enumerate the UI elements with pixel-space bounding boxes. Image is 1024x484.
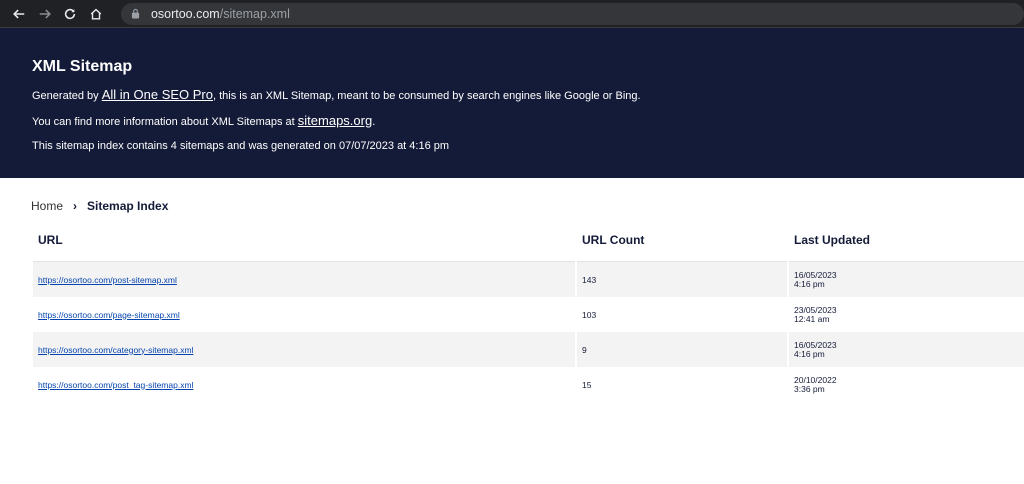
table-row: https://osortoo.com/page-sitemap.xml 103… — [33, 297, 1024, 332]
date-cell: 16/05/2023 4:16 pm — [789, 332, 1024, 367]
url-host: osortoo.com — [150, 6, 220, 21]
more-info-text: You can find more information about XML … — [32, 113, 376, 128]
sitemaps-org-link[interactable]: sitemaps.org — [298, 113, 372, 128]
aioseo-link[interactable]: All in One SEO Pro — [102, 87, 213, 102]
home-icon[interactable] — [83, 1, 109, 27]
sitemap-table: URL URL Count Last Updated https://osort… — [31, 218, 1024, 402]
table-row: https://osortoo.com/post-sitemap.xml 143… — [33, 262, 1024, 297]
breadcrumb-home[interactable]: Home — [31, 199, 63, 213]
forward-arrow-icon[interactable] — [32, 1, 58, 27]
breadcrumb-separator: › — [73, 199, 78, 213]
reload-icon[interactable] — [57, 1, 83, 27]
browser-toolbar: osortoo.com/sitemap.xml — [0, 0, 1024, 28]
back-arrow-icon[interactable] — [6, 1, 32, 27]
sitemap-link[interactable]: https://osortoo.com/post-sitemap.xml — [38, 275, 177, 285]
sitemap-header: XML Sitemap Generated by All in One SEO … — [0, 28, 1024, 178]
column-header-last-updated: Last Updated — [789, 218, 1024, 262]
column-header-url-count: URL Count — [577, 218, 787, 262]
table-row: https://osortoo.com/category-sitemap.xml… — [33, 332, 1024, 367]
url-cell: https://osortoo.com/post_tag-sitemap.xml — [33, 367, 575, 402]
url-path: /sitemap.xml — [219, 6, 290, 21]
breadcrumb-current: Sitemap Index — [87, 199, 169, 213]
count-cell: 15 — [582, 379, 592, 390]
count-cell: 103 — [582, 309, 597, 320]
sitemap-link[interactable]: https://osortoo.com/category-sitemap.xml — [38, 345, 193, 355]
generated-by-text: Generated by All in One SEO Pro, this is… — [32, 87, 641, 102]
count-cell: 143 — [577, 262, 787, 297]
date-cell: 23/05/2023 12:41 am — [794, 304, 837, 324]
page-title: XML Sitemap — [32, 58, 133, 75]
date-cell: 16/05/2023 4:16 pm — [789, 262, 1024, 297]
index-summary-text: This sitemap index contains 4 sitemaps a… — [32, 140, 450, 152]
url-cell: https://osortoo.com/page-sitemap.xml — [33, 297, 575, 332]
count-cell: 9 — [577, 332, 787, 367]
table-row: https://osortoo.com/post_tag-sitemap.xml… — [33, 367, 1024, 402]
url-cell: https://osortoo.com/category-sitemap.xml — [33, 332, 575, 367]
sitemap-link[interactable]: https://osortoo.com/page-sitemap.xml — [38, 310, 180, 320]
breadcrumb: Home › Sitemap Index — [0, 178, 1024, 218]
date-cell: 20/10/2022 3:36 pm — [794, 374, 837, 394]
address-bar[interactable]: osortoo.com/sitemap.xml — [120, 2, 1024, 25]
url-cell: https://osortoo.com/post-sitemap.xml — [33, 262, 575, 297]
column-header-url: URL — [33, 218, 575, 262]
lock-icon[interactable] — [131, 8, 141, 20]
sitemap-link[interactable]: https://osortoo.com/post_tag-sitemap.xml — [38, 380, 193, 390]
